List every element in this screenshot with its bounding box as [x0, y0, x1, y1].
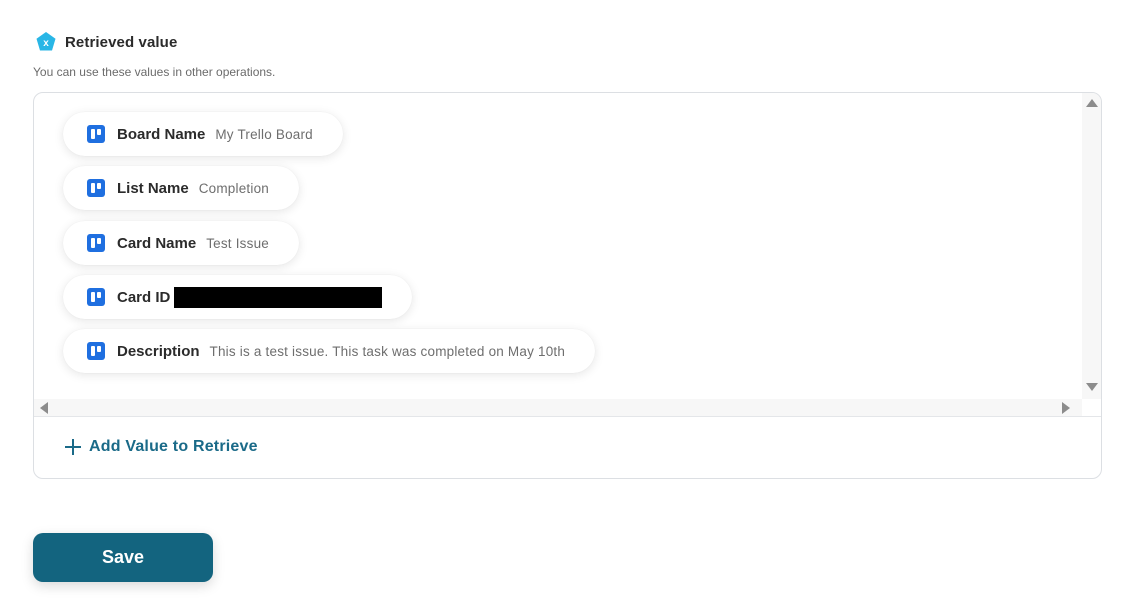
- scroll-right-arrow-icon[interactable]: [1062, 402, 1070, 414]
- section-subtitle: You can use these values in other operat…: [33, 65, 276, 79]
- chip-label: Card Name: [117, 234, 197, 252]
- chip-label: Description: [117, 342, 200, 360]
- chip-label: Card ID: [117, 288, 171, 306]
- trello-icon: [87, 342, 105, 360]
- section-title: Retrieved value: [65, 33, 178, 51]
- svg-text:x: x: [43, 38, 49, 49]
- chip-value: Test Issue: [206, 235, 269, 251]
- add-value-label: Add Value to Retrieve: [89, 438, 258, 455]
- trello-icon: [87, 234, 105, 252]
- trello-icon: [87, 179, 105, 197]
- horizontal-scrollbar[interactable]: [34, 399, 1082, 416]
- redacted-value: [174, 286, 383, 308]
- variable-badge-icon: x: [35, 31, 57, 53]
- values-scroll-area[interactable]: Board Name My Trello Board List Name Com…: [34, 93, 1101, 416]
- value-chip-list-name[interactable]: List Name Completion: [63, 166, 299, 210]
- save-button[interactable]: Save: [33, 533, 213, 582]
- value-chip-board-name[interactable]: Board Name My Trello Board: [63, 112, 343, 156]
- trello-icon: [87, 288, 105, 306]
- chip-label: List Name: [117, 179, 189, 197]
- add-value-button[interactable]: Add Value to Retrieve: [65, 438, 258, 456]
- value-chip-card-name[interactable]: Card Name Test Issue: [63, 221, 299, 265]
- chip-label: Board Name: [117, 125, 206, 143]
- scroll-left-arrow-icon[interactable]: [40, 402, 48, 414]
- section-header: x Retrieved value: [35, 31, 177, 53]
- vertical-scrollbar[interactable]: [1082, 93, 1101, 399]
- scroll-up-arrow-icon[interactable]: [1086, 99, 1098, 107]
- value-chip-card-id[interactable]: Card ID: [63, 275, 413, 319]
- scroll-down-arrow-icon[interactable]: [1086, 383, 1098, 391]
- value-chip-description[interactable]: Description This is a test issue. This t…: [63, 329, 596, 373]
- divider: [34, 416, 1101, 417]
- trello-icon: [87, 125, 105, 143]
- plus-icon: [65, 439, 81, 455]
- retrieved-values-panel: Board Name My Trello Board List Name Com…: [33, 92, 1102, 479]
- chip-value: My Trello Board: [215, 126, 313, 142]
- chip-value: This is a test issue. This task was comp…: [209, 343, 566, 359]
- chip-value: Completion: [198, 180, 269, 196]
